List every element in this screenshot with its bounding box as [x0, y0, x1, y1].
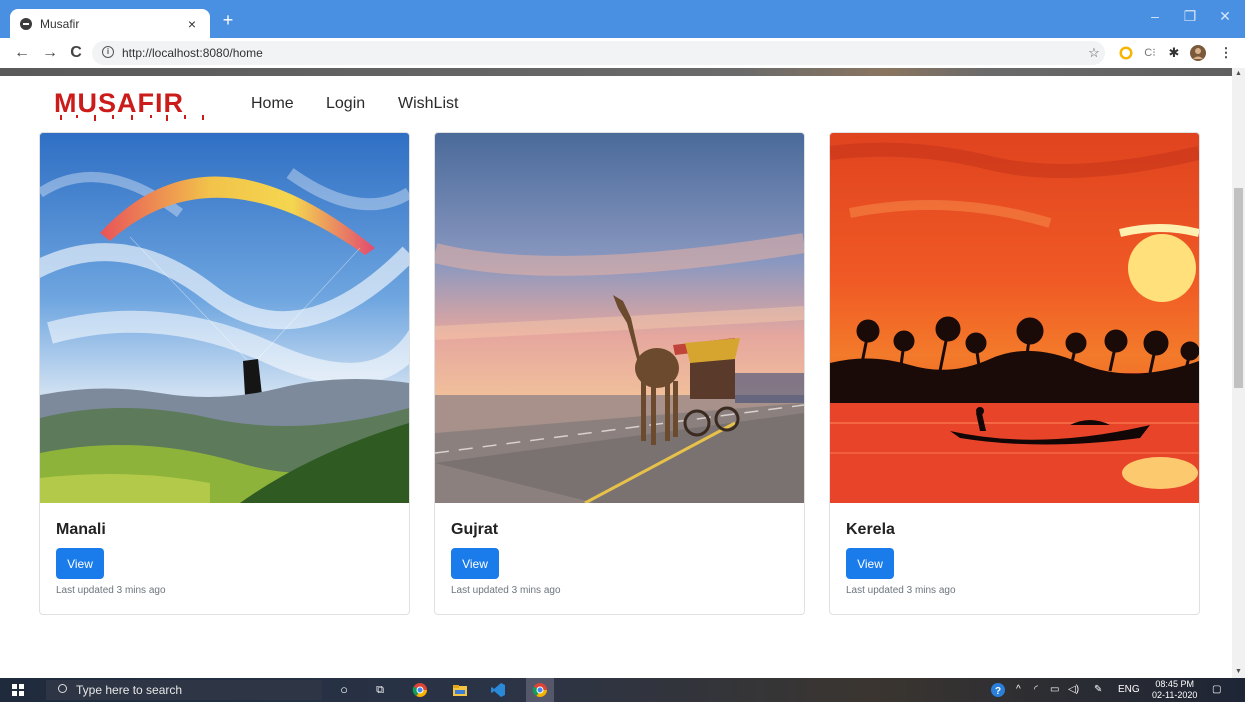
card-title: Manali — [56, 521, 106, 538]
address-bar[interactable]: i http://localhost:8080/home — [92, 41, 1105, 65]
file-explorer-icon[interactable] — [452, 682, 468, 698]
maximize-button[interactable]: ❐ — [1180, 8, 1200, 25]
taskbar-search-box[interactable]: Type here to search — [46, 680, 322, 700]
close-window-button[interactable]: ✕ — [1215, 8, 1235, 25]
task-view-icon[interactable]: ⧉ — [372, 682, 388, 698]
language-indicator[interactable]: ENG — [1118, 683, 1140, 697]
search-icon — [58, 684, 67, 693]
page-scrollbar[interactable]: ▲ ▼ — [1232, 68, 1245, 678]
extension-cj-icon[interactable]: C⁝ — [1142, 45, 1158, 61]
windows-taskbar: Type here to search ○ ⧉ ? ^ ◜ ▭ ◁) ✎ ENG… — [0, 678, 1245, 702]
browser-menu-icon[interactable]: ⋮ — [1218, 45, 1234, 61]
windows-start-icon[interactable] — [12, 684, 24, 696]
show-hidden-icons-icon[interactable]: ^ — [1016, 683, 1021, 697]
address-bar-url: http://localhost:8080/home — [122, 46, 263, 60]
manali-paragliding-image — [40, 133, 409, 503]
pen-icon[interactable]: ✎ — [1094, 683, 1102, 697]
tab-title: Musafir — [40, 16, 80, 31]
clock-date: 02-11-2020 — [1152, 690, 1198, 700]
volume-icon[interactable]: ◁) — [1068, 683, 1079, 697]
extensions-puzzle-icon[interactable]: ✱ — [1166, 45, 1182, 61]
card-last-updated: Last updated 3 mins ago — [846, 585, 956, 596]
hero-image-edge — [0, 68, 1232, 76]
page-viewport: MUSAFIR Home Login WishList Manali View … — [0, 68, 1232, 678]
gujrat-camel-image — [435, 133, 804, 503]
minimize-button[interactable]: – — [1145, 8, 1165, 24]
chrome-taskbar-icon[interactable] — [412, 682, 428, 698]
scroll-up-arrow-icon[interactable]: ▲ — [1232, 68, 1245, 80]
site-logo[interactable]: MUSAFIR — [54, 88, 184, 118]
card-title: Kerela — [846, 521, 895, 538]
svg-text:?: ? — [995, 686, 1001, 697]
card-title: Gujrat — [451, 521, 499, 538]
nav-login-link[interactable]: Login — [326, 94, 365, 114]
back-button[interactable]: ← — [12, 42, 32, 64]
taskbar-search-placeholder: Type here to search — [76, 683, 183, 697]
nav-home-link[interactable]: Home — [251, 94, 294, 114]
wifi-icon[interactable]: ◜ — [1034, 683, 1038, 697]
battery-icon[interactable]: ▭ — [1050, 683, 1059, 697]
extension-compass-icon[interactable] — [1118, 45, 1134, 61]
vscode-icon[interactable] — [490, 682, 506, 698]
notification-center-icon[interactable]: ▢ — [1212, 683, 1221, 697]
scrollbar-thumb[interactable] — [1234, 188, 1243, 388]
destination-card-gujrat: Gujrat View Last updated 3 mins ago — [434, 132, 805, 615]
logo-drip-decoration — [60, 115, 204, 121]
bookmark-star-icon[interactable]: ☆ — [1086, 45, 1102, 61]
info-icon[interactable]: i — [102, 46, 114, 58]
forward-button[interactable]: → — [40, 42, 60, 64]
system-clock[interactable]: 08:45 PM 02-11-2020 — [1152, 679, 1197, 701]
reload-button[interactable]: C — [66, 42, 86, 64]
new-tab-button[interactable]: + — [218, 10, 238, 30]
card-last-updated: Last updated 3 mins ago — [451, 585, 561, 596]
profile-avatar-icon[interactable] — [1190, 45, 1206, 61]
tab-close-icon[interactable]: × — [184, 16, 200, 32]
cortana-icon[interactable]: ○ — [336, 682, 352, 698]
view-button-gujrat[interactable]: View — [451, 548, 499, 579]
help-icon[interactable]: ? — [990, 682, 1006, 698]
kerela-sunset-image — [830, 133, 1199, 503]
scroll-down-arrow-icon[interactable]: ▼ — [1232, 666, 1245, 678]
nav-wishlist-link[interactable]: WishList — [398, 94, 458, 114]
browser-tab[interactable]: Musafir × — [10, 9, 210, 38]
globe-icon — [20, 17, 32, 30]
clock-time: 08:45 PM — [1155, 679, 1194, 689]
destination-card-manali: Manali View Last updated 3 mins ago — [39, 132, 410, 615]
browser-tab-strip: Musafir × + – ❐ ✕ — [0, 0, 1245, 38]
browser-toolbar: ← → C i http://localhost:8080/home ☆ C⁝ … — [0, 38, 1245, 68]
destination-card-kerela: Kerela View Last updated 3 mins ago — [829, 132, 1200, 615]
view-button-kerela[interactable]: View — [846, 548, 894, 579]
card-last-updated: Last updated 3 mins ago — [56, 585, 166, 596]
view-button-manali[interactable]: View — [56, 548, 104, 579]
chrome-active-taskbar-icon[interactable] — [526, 678, 554, 702]
